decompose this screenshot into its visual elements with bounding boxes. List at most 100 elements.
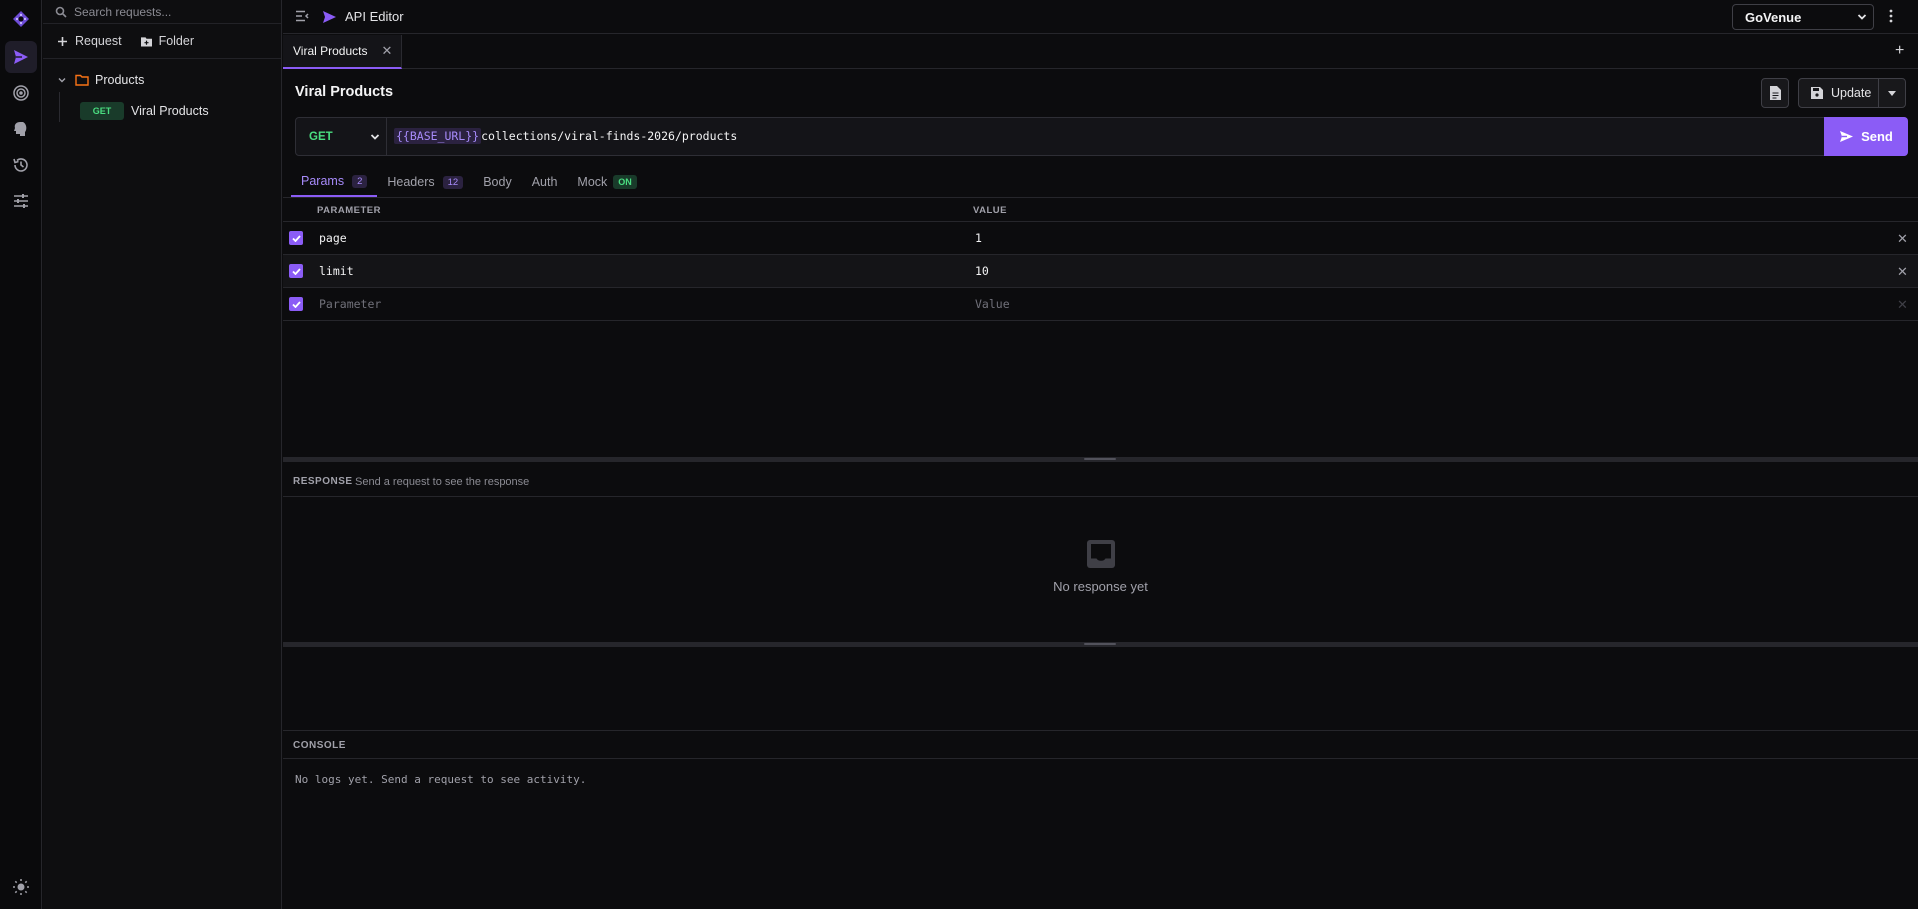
update-menu-button[interactable] — [1879, 90, 1905, 96]
response-header: RESPONSE Send a request to see the respo… — [283, 468, 1918, 497]
param-key-input[interactable]: Parameter — [319, 297, 381, 311]
param-key-input[interactable]: page — [319, 231, 347, 245]
request-title: Viral Products — [295, 84, 394, 100]
row-checkbox[interactable] — [289, 264, 303, 278]
tab-mock[interactable]: Mock ON — [567, 167, 646, 197]
param-value-input[interactable]: 10 — [975, 264, 989, 278]
new-folder-button[interactable]: Folder — [140, 34, 194, 48]
nav-rail — [0, 0, 42, 909]
check-icon — [291, 300, 301, 308]
new-tab-plus-icon[interactable]: + — [1895, 42, 1904, 60]
row-checkbox[interactable] — [289, 231, 303, 245]
tune-settings-icon[interactable] — [5, 185, 37, 217]
check-icon — [291, 267, 301, 275]
sidebar-actions: Request Folder — [43, 24, 281, 59]
main-panel: API Editor GoVenue Viral Products ✕ + Vi… — [283, 0, 1918, 909]
app-title-text: API Editor — [345, 9, 404, 24]
console-header: CONSOLE — [283, 730, 1918, 759]
resize-handle[interactable] — [283, 642, 1918, 647]
url-variable: {{BASE_URL}} — [394, 128, 482, 144]
response-hint: Send a request to see the response — [355, 476, 530, 488]
count-badge: 12 — [442, 175, 464, 189]
sidebar: Search requests... Request Folder Produc… — [43, 0, 282, 909]
target-icon[interactable] — [5, 77, 37, 109]
theme-toggle-icon[interactable] — [5, 871, 37, 903]
tab-body[interactable]: Body — [473, 167, 522, 197]
grip-icon — [1084, 643, 1116, 645]
folder-label: Products — [95, 73, 145, 87]
update-button-group: Update — [1798, 78, 1906, 108]
response-empty-state: No response yet — [283, 540, 1918, 594]
docs-button[interactable] — [1761, 78, 1789, 108]
param-value-input[interactable]: Value — [975, 297, 1010, 311]
method-value: GET — [309, 130, 333, 143]
tab-params[interactable]: Params 2 — [291, 167, 378, 197]
resize-handle[interactable] — [283, 457, 1918, 462]
send-nav-icon[interactable] — [5, 41, 37, 73]
chevron-down-icon — [58, 78, 66, 83]
tab-mock-label: Mock — [577, 175, 608, 189]
top-bar: API Editor GoVenue — [283, 0, 1918, 34]
save-icon — [1811, 87, 1823, 99]
send-label: Send — [1861, 129, 1893, 144]
head-brain-icon[interactable] — [5, 113, 37, 145]
param-key-input[interactable]: limit — [319, 264, 354, 278]
tab-auth[interactable]: Auth — [522, 167, 568, 197]
app-logo-icon[interactable] — [5, 3, 37, 35]
more-options-icon[interactable] — [1889, 9, 1893, 23]
send-button[interactable]: Send — [1824, 117, 1908, 156]
update-button[interactable]: Update — [1799, 79, 1879, 107]
tab-viral-products[interactable]: Viral Products ✕ — [283, 35, 402, 69]
inbox-icon — [1086, 540, 1115, 568]
check-icon — [291, 234, 301, 242]
method-select[interactable]: GET — [296, 118, 387, 155]
tab-params-label: Params — [301, 174, 345, 188]
mock-status-badge: ON — [613, 175, 637, 189]
collapse-sidebar-icon[interactable] — [295, 10, 309, 22]
app-title: API Editor — [322, 9, 404, 24]
url-input[interactable]: {{BASE_URL}} collections/viral-finds-2026… — [394, 128, 738, 144]
table-row: page 1 ✕ — [283, 222, 1918, 255]
delete-row-icon[interactable]: ✕ — [1897, 231, 1908, 247]
document-icon — [1769, 86, 1781, 100]
caret-down-icon — [1888, 90, 1896, 96]
new-request-button[interactable]: Request — [57, 34, 122, 48]
delete-row-icon[interactable]: ✕ — [1897, 264, 1908, 280]
table-row: limit 10 ✕ — [283, 255, 1918, 288]
row-checkbox[interactable] — [289, 297, 303, 311]
search-box[interactable]: Search requests... — [43, 0, 281, 24]
url-path: collections/viral-finds-2026/products — [481, 129, 738, 143]
send-icon — [323, 10, 336, 23]
environment-select[interactable]: GoVenue — [1732, 4, 1874, 30]
delete-row-icon[interactable]: ✕ — [1897, 297, 1908, 313]
tree-item-viral-products[interactable]: GET Viral Products — [80, 101, 209, 121]
table-row-new: Parameter Value ✕ — [283, 288, 1918, 321]
column-header-value: VALUE — [973, 205, 1007, 216]
new-request-label: Request — [75, 34, 122, 48]
method-badge: GET — [80, 102, 124, 120]
url-bar: GET {{BASE_URL}} collections/viral-finds-… — [295, 117, 1908, 156]
chevron-down-icon — [1857, 14, 1867, 20]
plus-icon — [58, 36, 67, 46]
tree-folder-products[interactable]: Products — [57, 71, 144, 89]
send-icon — [1840, 131, 1854, 142]
response-label: RESPONSE — [293, 476, 353, 487]
folder-plus-icon — [140, 36, 152, 47]
tab-label: Viral Products — [293, 44, 368, 58]
search-input[interactable]: Search requests... — [74, 5, 171, 19]
column-header-parameter: PARAMETER — [317, 205, 381, 216]
tab-auth-label: Auth — [531, 175, 558, 189]
environment-value: GoVenue — [1745, 9, 1802, 25]
param-value-input[interactable]: 1 — [975, 231, 982, 245]
params-table-header: PARAMETER VALUE — [283, 198, 1918, 222]
console-label: CONSOLE — [293, 740, 346, 751]
empty-state-text: No response yet — [1053, 579, 1148, 594]
history-icon[interactable] — [5, 149, 37, 181]
chevron-down-icon — [370, 133, 380, 140]
update-label: Update — [1831, 86, 1872, 100]
count-badge: 2 — [352, 174, 368, 188]
tab-headers[interactable]: Headers 12 — [377, 167, 473, 197]
tree-item-label: Viral Products — [131, 104, 209, 118]
tab-headers-label: Headers — [387, 175, 435, 189]
close-icon[interactable]: ✕ — [381, 43, 392, 59]
